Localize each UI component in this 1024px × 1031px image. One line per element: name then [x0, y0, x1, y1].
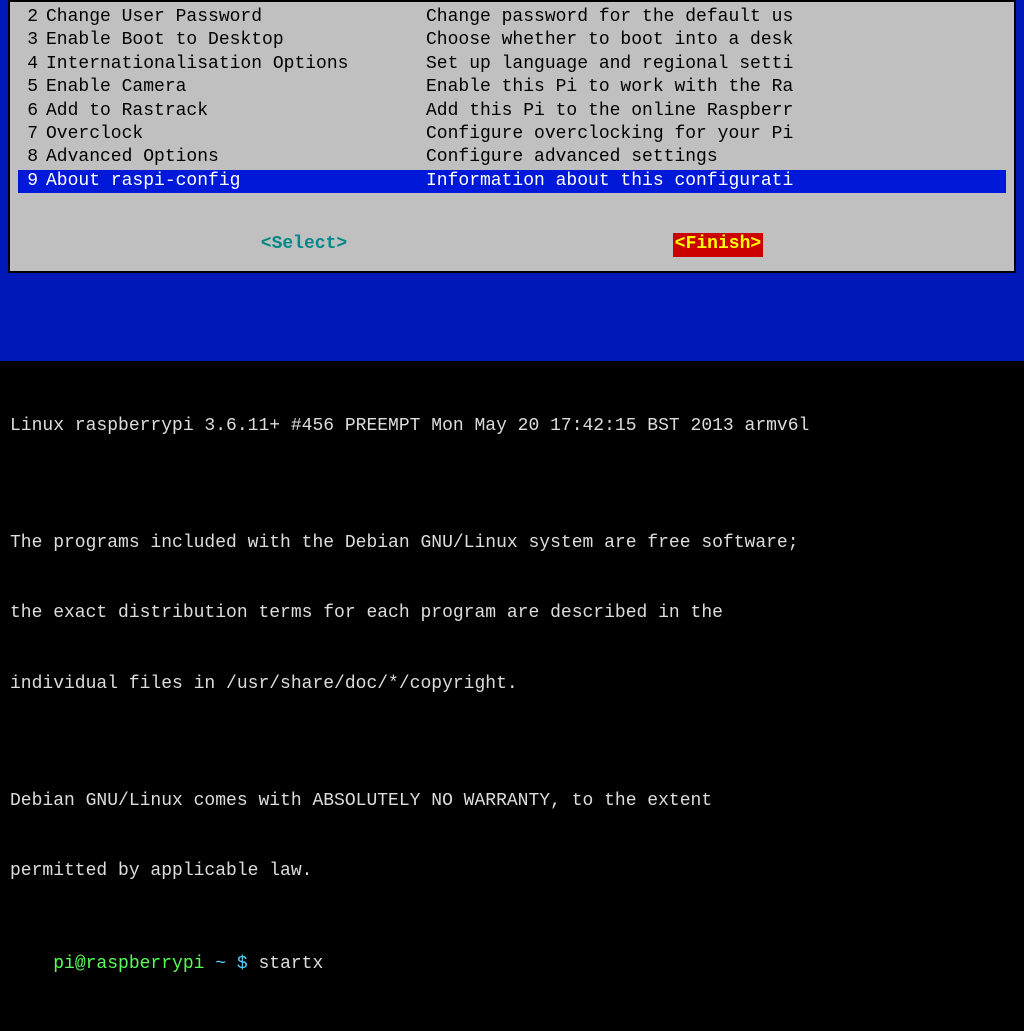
- menu-item-4[interactable]: 4Internationalisation OptionsSet up lang…: [18, 53, 1006, 76]
- menu-desc: Change password for the default us: [426, 6, 1006, 29]
- prompt-user: pi@raspberrypi: [53, 954, 204, 974]
- menu-desc: Configure overclocking for your Pi: [426, 123, 1006, 146]
- prompt-line[interactable]: pi@raspberrypi ~ $ startx: [10, 930, 1014, 1000]
- menu-desc: Enable this Pi to work with the Ra: [426, 76, 1006, 99]
- prompt-separator: ~ $: [204, 954, 258, 974]
- menu-num: 9: [18, 170, 46, 193]
- menu-item-5[interactable]: 5Enable CameraEnable this Pi to work wit…: [18, 76, 1006, 99]
- menu-item-6[interactable]: 6Add to RastrackAdd this Pi to the onlin…: [18, 100, 1006, 123]
- menu-num: 6: [18, 100, 46, 123]
- motd-line: permitted by applicable law.: [10, 860, 1014, 883]
- menu-num: 2: [18, 6, 46, 29]
- menu-item-9[interactable]: 9About raspi-configInformation about thi…: [18, 170, 1006, 193]
- menu-num: 3: [18, 29, 46, 52]
- motd-line: The programs included with the Debian GN…: [10, 532, 1014, 555]
- menu-item-3[interactable]: 3Enable Boot to DesktopChoose whether to…: [18, 29, 1006, 52]
- menu-desc: Add this Pi to the online Raspberr: [426, 100, 1006, 123]
- prompt-command: startx: [258, 954, 323, 974]
- menu-num: 4: [18, 53, 46, 76]
- menu-desc: Configure advanced settings: [426, 146, 1006, 169]
- menu-item-7[interactable]: 7OverclockConfigure overclocking for you…: [18, 123, 1006, 146]
- menu-label: About raspi-config: [46, 170, 426, 193]
- button-row: <Select> <Finish>: [18, 233, 1006, 256]
- blue-band: [0, 281, 1024, 361]
- menu-label: Advanced Options: [46, 146, 426, 169]
- menu-item-8[interactable]: 8Advanced OptionsConfigure advanced sett…: [18, 146, 1006, 169]
- menu-label: Internationalisation Options: [46, 53, 426, 76]
- kernel-line: Linux raspberrypi 3.6.11+ #456 PREEMPT M…: [10, 415, 1014, 438]
- menu-list: 2Change User PasswordChange password for…: [18, 6, 1006, 193]
- motd-line: Debian GNU/Linux comes with ABSOLUTELY N…: [10, 790, 1014, 813]
- menu-num: 5: [18, 76, 46, 99]
- motd-line: individual files in /usr/share/doc/*/cop…: [10, 673, 1014, 696]
- finish-button[interactable]: <Finish>: [673, 233, 763, 256]
- config-backdrop: 2Change User PasswordChange password for…: [0, 0, 1024, 361]
- menu-label: Enable Boot to Desktop: [46, 29, 426, 52]
- select-button[interactable]: <Select>: [261, 233, 347, 256]
- menu-num: 7: [18, 123, 46, 146]
- menu-label: Enable Camera: [46, 76, 426, 99]
- menu-desc: Choose whether to boot into a desk: [426, 29, 1006, 52]
- terminal-output: Linux raspberrypi 3.6.11+ #456 PREEMPT M…: [0, 361, 1024, 1031]
- motd-line: the exact distribution terms for each pr…: [10, 602, 1014, 625]
- menu-label: Overclock: [46, 123, 426, 146]
- menu-desc: Set up language and regional setti: [426, 53, 1006, 76]
- menu-label: Add to Rastrack: [46, 100, 426, 123]
- menu-num: 8: [18, 146, 46, 169]
- menu-item-2[interactable]: 2Change User PasswordChange password for…: [18, 6, 1006, 29]
- menu-desc: Information about this configurati: [426, 170, 1006, 193]
- menu-label: Change User Password: [46, 6, 426, 29]
- raspi-config-box: 2Change User PasswordChange password for…: [8, 0, 1016, 273]
